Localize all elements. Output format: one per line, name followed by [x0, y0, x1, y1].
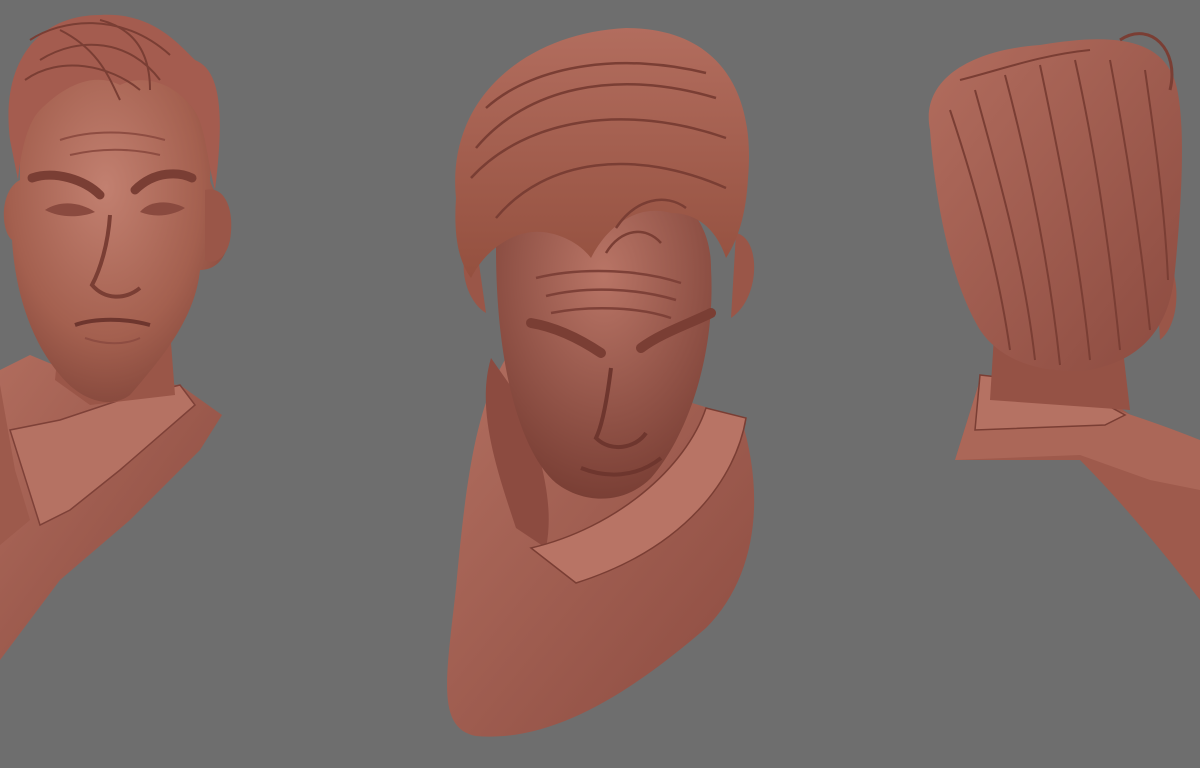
bust-top-icon	[447, 28, 755, 737]
sculpt-viewport[interactable]	[0, 0, 1200, 768]
bust-front-view	[0, 0, 240, 660]
bust-top-view	[436, 28, 766, 743]
bust-back-view	[920, 20, 1200, 600]
bust-front-icon	[0, 14, 232, 660]
bust-back-icon	[928, 32, 1200, 600]
